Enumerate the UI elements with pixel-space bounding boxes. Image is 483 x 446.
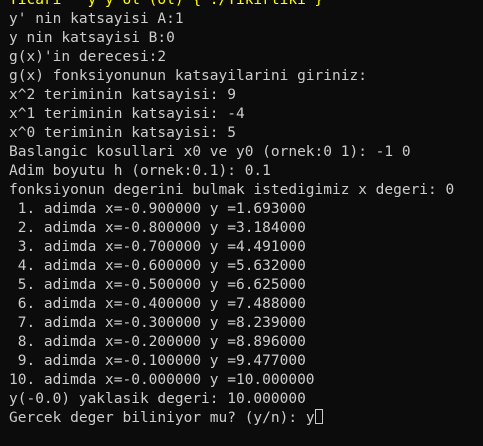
terminal-line: x^0 teriminin katsayisi: 5	[9, 125, 236, 141]
terminal-line: 9. adimda x=-0.100000 y =9.477000	[9, 353, 306, 369]
terminal-output: Ticari ^ y y ol (ol) { ./Tikirtiki } y' …	[9, 0, 483, 428]
terminal-prompt-line[interactable]: Gercek deger biliniyor mu? (y/n): y	[9, 409, 483, 428]
terminal-line: 6. adimda x=-0.400000 y =7.488000	[9, 296, 306, 312]
terminal-line: 8. adimda x=-0.200000 y =8.896000	[9, 334, 306, 350]
terminal-line: 1. adimda x=-0.900000 y =1.693000	[9, 201, 306, 217]
terminal-line: y' nin katsayisi A:1	[9, 11, 184, 27]
prompt-text: Gercek deger biliniyor mu? (y/n):	[9, 410, 306, 426]
terminal-line: Adim boyutu h (ornek:0.1): 0.1	[9, 163, 271, 179]
terminal-line-partial: Ticari ^ y y ol (ol) { ./Tikirtiki }	[9, 0, 324, 8]
terminal-line: fonksiyonun degerini bulmak istedigimiz …	[9, 182, 455, 198]
terminal-line: Baslangic kosullari x0 ve y0 (ornek:0 1)…	[9, 144, 411, 160]
terminal-line: x^1 teriminin katsayisi: -4	[9, 106, 245, 122]
terminal-line: x^2 teriminin katsayisi: 9	[9, 87, 236, 103]
terminal-line: y(-0.0) yaklasik degeri: 10.000000	[9, 391, 306, 407]
prompt-input[interactable]: y	[306, 410, 315, 426]
terminal-lines: y' nin katsayisi A:1 y nin katsayisi B:0 g…	[9, 10, 483, 409]
terminal-line: 2. adimda x=-0.800000 y =3.184000	[9, 220, 306, 236]
terminal-line: g(x) fonksiyonunun katsayilarini giriniz…	[9, 68, 367, 84]
terminal-line: g(x)'in derecesi:2	[9, 49, 167, 65]
terminal-window[interactable]: Ticari ^ y y ol (ol) { ./Tikirtiki } y' …	[0, 0, 483, 446]
terminal-line: 3. adimda x=-0.700000 y =4.491000	[9, 239, 306, 255]
terminal-line: 7. adimda x=-0.300000 y =8.239000	[9, 315, 306, 331]
terminal-line: 4. adimda x=-0.600000 y =5.632000	[9, 258, 306, 274]
text-cursor	[314, 409, 323, 424]
terminal-line: y nin katsayisi B:0	[9, 30, 175, 46]
terminal-line: 10. adimda x=-0.000000 y =10.000000	[9, 372, 315, 388]
terminal-line: 5. adimda x=-0.500000 y =6.625000	[9, 277, 306, 293]
